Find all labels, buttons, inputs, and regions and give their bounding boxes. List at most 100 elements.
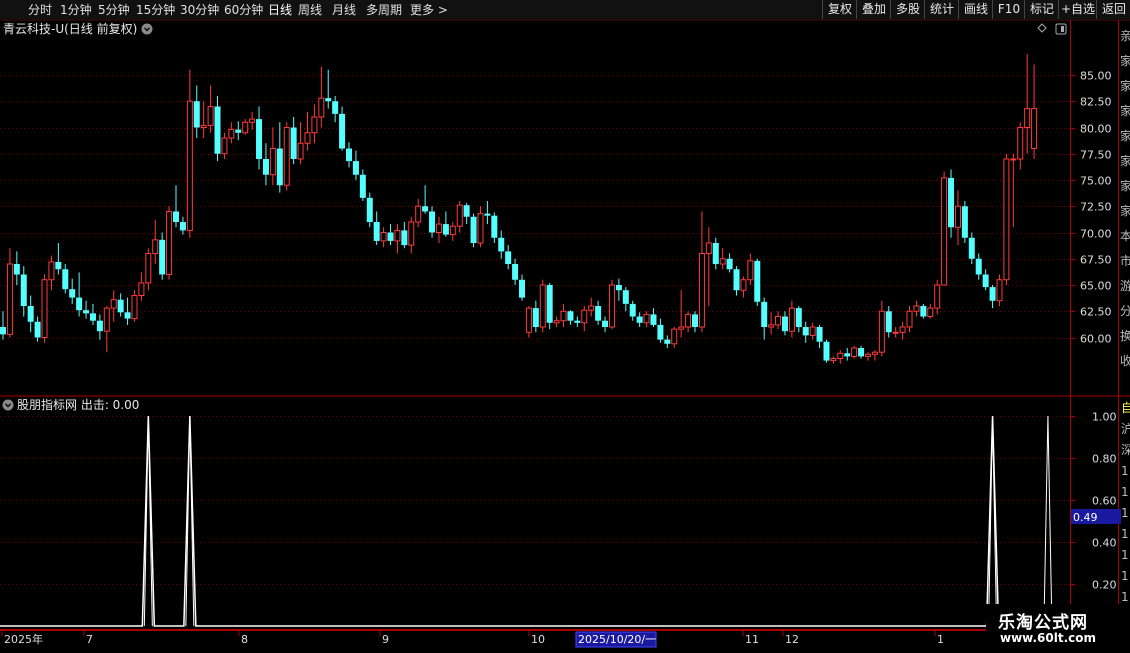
candle[interactable] xyxy=(608,279,615,330)
candle[interactable] xyxy=(982,269,989,291)
period-tab-2[interactable]: 5分钟 xyxy=(98,1,130,19)
candle[interactable] xyxy=(581,306,588,332)
candle[interactable] xyxy=(290,117,297,165)
toolbar-action-2[interactable]: 多股 xyxy=(890,0,925,19)
period-tab-9[interactable]: 多周期 xyxy=(366,1,402,19)
period-tab-5[interactable]: 60分钟 xyxy=(224,1,263,19)
candle[interactable] xyxy=(927,303,934,319)
candle[interactable] xyxy=(567,310,574,325)
candle[interactable] xyxy=(865,352,871,361)
candle[interactable] xyxy=(519,274,525,301)
candle[interactable] xyxy=(678,290,685,338)
candle[interactable] xyxy=(595,300,602,325)
candle[interactable] xyxy=(145,248,152,291)
candle[interactable] xyxy=(837,350,844,364)
candle[interactable] xyxy=(588,297,595,317)
candle[interactable] xyxy=(484,201,491,225)
candle[interactable] xyxy=(1010,153,1017,228)
period-tab-10[interactable]: 更多 > xyxy=(410,1,448,19)
candle[interactable] xyxy=(48,255,55,291)
candle[interactable] xyxy=(574,316,581,328)
candle[interactable] xyxy=(318,66,325,128)
candle[interactable] xyxy=(339,106,346,151)
candle[interactable] xyxy=(954,190,961,246)
candle[interactable] xyxy=(1017,122,1024,170)
candle[interactable] xyxy=(0,311,6,340)
period-tab-1[interactable]: 1分钟 xyxy=(60,1,92,19)
candle[interactable] xyxy=(664,335,671,348)
candle[interactable] xyxy=(173,185,179,228)
candle[interactable] xyxy=(761,297,768,340)
candle[interactable] xyxy=(477,206,484,248)
candle[interactable] xyxy=(913,300,920,317)
candle[interactable] xyxy=(470,213,477,248)
candle[interactable] xyxy=(989,285,996,309)
candle[interactable] xyxy=(408,216,415,254)
candle[interactable] xyxy=(844,348,851,361)
candle[interactable] xyxy=(892,327,899,338)
candle[interactable] xyxy=(636,312,643,327)
candle[interactable] xyxy=(13,251,20,285)
candle[interactable] xyxy=(1024,54,1031,154)
candle[interactable] xyxy=(885,306,892,338)
candle[interactable] xyxy=(851,345,858,359)
candle[interactable] xyxy=(352,150,359,180)
candle[interactable] xyxy=(456,201,463,233)
candle[interactable] xyxy=(463,203,470,225)
candle[interactable] xyxy=(816,324,823,348)
candle[interactable] xyxy=(747,253,754,286)
candle[interactable] xyxy=(705,227,712,306)
candle[interactable] xyxy=(6,248,13,338)
candle[interactable] xyxy=(809,322,816,340)
candle[interactable] xyxy=(27,295,34,333)
candle[interactable] xyxy=(387,224,394,246)
candle[interactable] xyxy=(622,287,629,312)
toolbar-action-5[interactable]: F10 xyxy=(992,0,1025,19)
candle[interactable] xyxy=(20,266,27,317)
candle[interactable] xyxy=(996,274,1003,307)
indicator-dropdown-icon[interactable] xyxy=(2,399,14,411)
candle[interactable] xyxy=(62,264,69,294)
candle[interactable] xyxy=(768,312,775,335)
candle[interactable] xyxy=(41,274,48,343)
toolbar-action-0[interactable]: 复权 xyxy=(822,0,857,19)
candle[interactable] xyxy=(941,171,948,286)
candle[interactable] xyxy=(733,266,740,296)
candle[interactable] xyxy=(754,258,761,306)
candle[interactable] xyxy=(124,297,131,325)
candle[interactable] xyxy=(1031,64,1038,160)
candle[interactable] xyxy=(228,122,235,144)
candle[interactable] xyxy=(968,232,975,265)
candle[interactable] xyxy=(297,122,304,165)
candle[interactable] xyxy=(920,303,927,319)
candle[interactable] xyxy=(96,314,103,340)
candle[interactable] xyxy=(781,311,788,336)
candle[interactable] xyxy=(55,243,62,275)
candle[interactable] xyxy=(934,279,941,315)
candle[interactable] xyxy=(401,222,408,249)
candle[interactable] xyxy=(373,211,380,246)
candle[interactable] xyxy=(242,119,249,135)
candle[interactable] xyxy=(346,142,352,168)
candle[interactable] xyxy=(685,311,692,333)
candle[interactable] xyxy=(269,127,276,186)
candle[interactable] xyxy=(380,227,387,248)
candle[interactable] xyxy=(138,272,145,301)
candle[interactable] xyxy=(221,132,228,159)
candle[interactable] xyxy=(491,212,498,243)
candle[interactable] xyxy=(214,96,221,162)
candle[interactable] xyxy=(871,350,878,361)
candle[interactable] xyxy=(650,308,657,327)
candle[interactable] xyxy=(152,219,159,264)
candle[interactable] xyxy=(615,278,622,301)
candle[interactable] xyxy=(166,206,173,280)
candle[interactable] xyxy=(553,316,560,328)
candle[interactable] xyxy=(359,169,366,202)
toolbar-action-8[interactable]: 返回 xyxy=(1096,0,1130,19)
candle[interactable] xyxy=(435,216,442,243)
toolbar-action-1[interactable]: 叠加 xyxy=(856,0,891,19)
diamond-icon[interactable] xyxy=(1037,23,1047,33)
candle[interactable] xyxy=(948,169,955,238)
candle[interactable] xyxy=(89,303,96,325)
candle[interactable] xyxy=(283,122,290,191)
